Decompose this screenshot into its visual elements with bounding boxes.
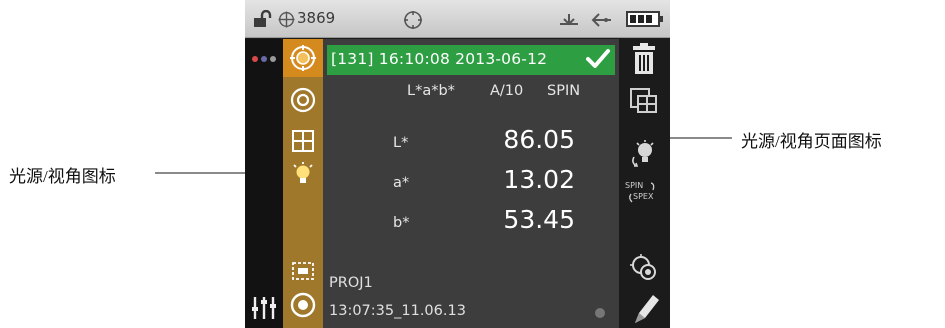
color-dots-icon[interactable]: [251, 55, 277, 63]
right-tool-strip: SPIN SPEX: [619, 39, 670, 328]
row-b-value: 53.45: [503, 205, 575, 234]
status-dot-icon: [595, 308, 605, 318]
illuminant-observer-label: A/10: [490, 83, 524, 99]
target-icon: [404, 11, 422, 29]
grid-page-icon[interactable]: [629, 87, 659, 115]
select-area-icon[interactable]: [289, 257, 317, 285]
left-tool-strip: [245, 39, 283, 328]
crosshair-icon: [278, 11, 295, 28]
connection-icon: [591, 13, 611, 27]
trash-icon[interactable]: [631, 43, 657, 75]
usb-icon: [560, 14, 578, 26]
measurement-counter: 3869: [297, 9, 336, 27]
left-callout-label: 光源/视角图标: [9, 167, 116, 186]
function-strip: [283, 39, 323, 328]
measurement-header: [131] 16:10:08 2013-06-12: [327, 45, 615, 75]
battery-icon: [626, 11, 663, 27]
spin-mode-label: SPIN: [547, 83, 581, 99]
unlock-icon: [254, 10, 272, 27]
grid-icon[interactable]: [289, 127, 317, 155]
illuminant-observer-icon[interactable]: [289, 161, 317, 189]
aperture-icon[interactable]: [289, 86, 317, 114]
illuminant-page-icon[interactable]: [627, 139, 659, 169]
right-callout-label: 光源/视角页面图标: [741, 132, 882, 151]
target-compare-icon[interactable]: [629, 253, 659, 283]
measurement-panel: [131] 16:10:08 2013-06-12 L*a*b* A/10 SP…: [323, 39, 619, 328]
row-b-label: b*: [393, 215, 410, 231]
target-active-icon[interactable]: [289, 44, 317, 72]
function-strip-active: [283, 39, 323, 77]
spin-spex-toggle[interactable]: SPIN SPEX: [625, 181, 665, 209]
pencil-icon[interactable]: [631, 291, 661, 325]
record-icon[interactable]: [289, 291, 317, 319]
status-bar: 3869: [245, 0, 670, 38]
row-l-value: 86.05: [503, 125, 575, 154]
footer-timestamp: 13:07:35_11.06.13: [329, 303, 466, 319]
device-screen: 3869 [131] 16:10:08 2013-06-12 L*a*b* A/…: [245, 0, 670, 328]
color-space-label: L*a*b*: [407, 83, 455, 99]
row-a-label: a*: [393, 175, 410, 191]
measurement-header-text: [131] 16:10:08 2013-06-12: [331, 50, 548, 68]
check-icon: [586, 49, 610, 68]
project-name: PROJ1: [329, 275, 373, 291]
swap-arrows-icon: [629, 182, 655, 203]
row-l-label: L*: [393, 135, 409, 151]
row-a-value: 13.02: [503, 165, 575, 194]
settings-sliders-icon[interactable]: [249, 294, 279, 320]
